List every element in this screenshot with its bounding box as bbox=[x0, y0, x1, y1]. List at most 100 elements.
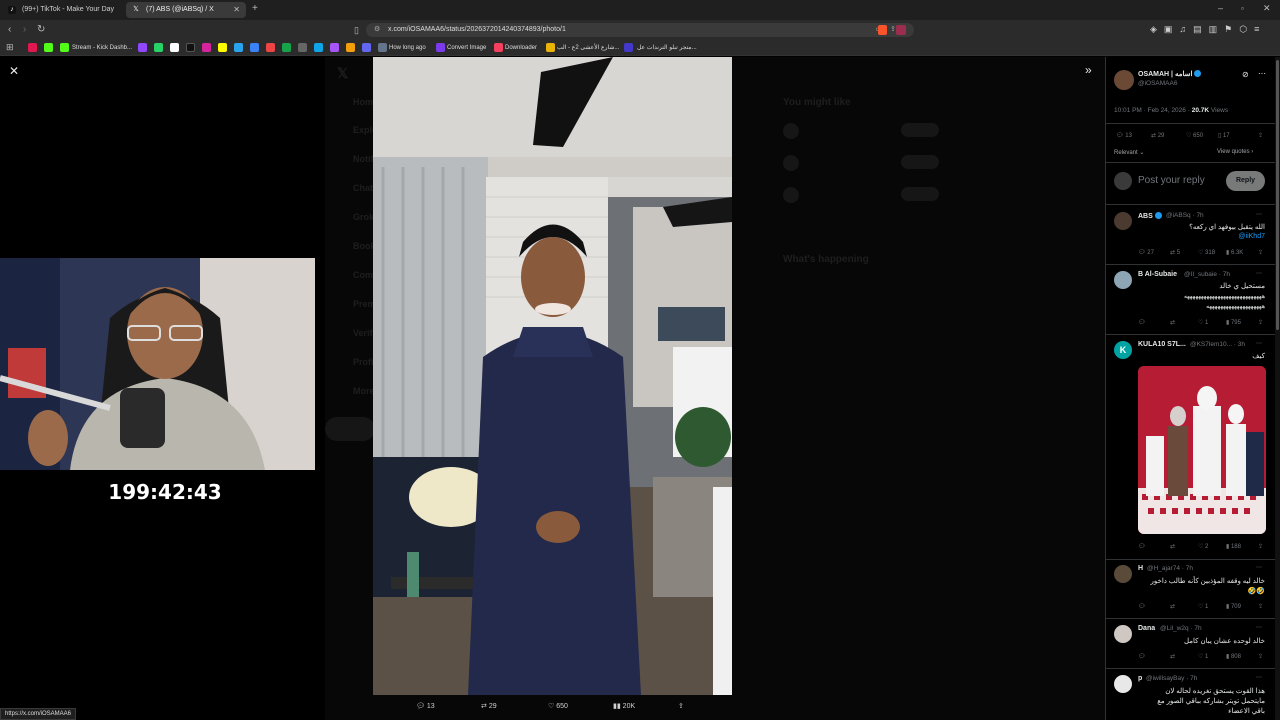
brave-shield-icon[interactable] bbox=[878, 25, 887, 35]
instagram-icon[interactable] bbox=[202, 43, 211, 52]
reply-replies[interactable]: 💬︎ bbox=[1138, 543, 1146, 550]
extension-icons[interactable]: ◈▣♫▤▥⚑⬡≡ bbox=[1150, 24, 1266, 35]
close-window-icon[interactable]: ✕ bbox=[1263, 3, 1271, 14]
share-icon[interactable]: ⇪ bbox=[1258, 543, 1263, 550]
post-like-button[interactable]: ♡ 650 bbox=[1186, 132, 1203, 139]
address-bar[interactable]: ⚙ x.com/iOSAMAA6/status/2026372014240374… bbox=[366, 23, 914, 37]
reply-reposts[interactable]: ⇄ bbox=[1170, 319, 1175, 326]
avatar[interactable] bbox=[1114, 70, 1134, 90]
apps-grid-icon[interactable]: ⊞ bbox=[6, 42, 14, 53]
author-handle[interactable]: @iOSAMAA6 bbox=[1138, 80, 1177, 87]
snapchat-icon[interactable] bbox=[218, 43, 227, 52]
reply-button[interactable]: 💬︎ 13 bbox=[416, 701, 435, 713]
reply-likes[interactable]: ♡ 1 bbox=[1198, 319, 1208, 326]
like-button[interactable]: ♡ 650 bbox=[548, 701, 568, 713]
reply-replies[interactable]: 💬︎ bbox=[1138, 653, 1146, 660]
reload-icon[interactable]: ↻ bbox=[37, 20, 45, 40]
reply-replies[interactable]: 💬︎ bbox=[1138, 603, 1146, 610]
map-icon[interactable] bbox=[546, 43, 555, 52]
avatar[interactable] bbox=[1114, 675, 1132, 693]
reply-reposts[interactable]: ⇄ bbox=[1170, 543, 1175, 550]
more-icon[interactable]: ⋯ bbox=[1256, 564, 1262, 571]
bookmark-icon[interactable] bbox=[250, 43, 259, 52]
bookmark-kick-dashboard[interactable]: Stream - Kick Dashb... bbox=[72, 42, 132, 54]
bookmark-icon[interactable] bbox=[298, 43, 307, 52]
share-icon[interactable]: ⇪ bbox=[1258, 603, 1263, 610]
tab-x[interactable]: 𝕏 (7) ABS (@iABSq) / X ✕ bbox=[126, 2, 246, 18]
twitch-icon[interactable] bbox=[138, 43, 147, 52]
bookmark-icon[interactable] bbox=[346, 43, 355, 52]
reply-likes[interactable]: ♡ 1 bbox=[1198, 653, 1208, 660]
reply-author[interactable]: KULA10 S7L... bbox=[1138, 341, 1186, 348]
reply-views[interactable]: ▮ 188 bbox=[1226, 543, 1241, 550]
post-bookmark-button[interactable]: ▯ 17 bbox=[1218, 132, 1230, 139]
reply-button[interactable]: Reply bbox=[1226, 171, 1265, 191]
post-photo[interactable] bbox=[373, 57, 732, 695]
reply-author[interactable]: Dana bbox=[1138, 625, 1155, 632]
more-icon[interactable]: ⋯ bbox=[1258, 69, 1266, 78]
reply-author[interactable]: p bbox=[1138, 675, 1142, 682]
more-icon[interactable]: ⋯ bbox=[1256, 624, 1262, 631]
bookmark-icon[interactable] bbox=[362, 43, 371, 52]
bookmark-downloader[interactable]: Downloader bbox=[505, 42, 537, 54]
share-icon[interactable]: ⇪ bbox=[1258, 653, 1263, 660]
reply-likes[interactable]: ♡ 2 bbox=[1198, 543, 1208, 550]
bookmark-icon[interactable] bbox=[28, 43, 37, 52]
download-icon[interactable] bbox=[494, 43, 503, 52]
x-icon[interactable] bbox=[170, 43, 179, 52]
convert-icon[interactable] bbox=[436, 43, 445, 52]
more-icon[interactable]: ⋯ bbox=[1256, 270, 1262, 277]
sort-dropdown[interactable]: Relevant ⌄ bbox=[1114, 149, 1144, 156]
site-info-icon[interactable]: ⚙ bbox=[374, 23, 380, 37]
bookmark-how-long-ago[interactable]: How long ago bbox=[389, 42, 426, 54]
new-tab-button[interactable]: + bbox=[252, 3, 258, 14]
bookmark-icon[interactable] bbox=[266, 43, 275, 52]
kick-icon[interactable] bbox=[60, 43, 69, 52]
whatsapp-icon[interactable] bbox=[154, 43, 163, 52]
store-icon[interactable] bbox=[624, 43, 633, 52]
bookmark-icon[interactable] bbox=[282, 43, 291, 52]
bookmark-street[interactable]: شارع الأعشى 2ع - الب... bbox=[557, 42, 619, 54]
share-icon[interactable]: ⇪ bbox=[1258, 319, 1263, 326]
grok-icon[interactable]: ⊘ bbox=[1242, 70, 1249, 79]
scrollbar-thumb[interactable] bbox=[1276, 60, 1279, 330]
reply-views[interactable]: ▮ 709 bbox=[1226, 603, 1241, 610]
post-repost-button[interactable]: ⇄ 29 bbox=[1151, 132, 1164, 139]
view-quotes-link[interactable]: View quotes › bbox=[1217, 149, 1253, 155]
avatar[interactable] bbox=[1114, 212, 1132, 230]
reply-input[interactable]: Post your reply bbox=[1138, 175, 1205, 186]
more-icon[interactable]: ⋯ bbox=[1256, 340, 1262, 347]
bookmark-convert-image[interactable]: Convert Image bbox=[447, 42, 486, 54]
share-icon[interactable]: ⇪ bbox=[678, 701, 684, 713]
bookmark-page-icon[interactable]: ▯ bbox=[354, 20, 359, 40]
back-icon[interactable]: ‹ bbox=[8, 20, 11, 40]
reply-likes[interactable]: ♡ 318 bbox=[1198, 249, 1215, 256]
more-icon[interactable]: ⋯ bbox=[1256, 674, 1262, 681]
avatar[interactable] bbox=[1114, 271, 1132, 289]
post-reply-button[interactable]: 💬︎ 13 bbox=[1116, 132, 1132, 139]
close-tab-icon[interactable]: ✕ bbox=[233, 2, 240, 18]
reply-likes[interactable]: ♡ 1 bbox=[1198, 603, 1208, 610]
avatar[interactable] bbox=[1114, 625, 1132, 643]
minimize-icon[interactable]: – bbox=[1218, 3, 1223, 13]
bookmark-icon[interactable] bbox=[314, 43, 323, 52]
reply-author[interactable]: H bbox=[1138, 565, 1143, 572]
kick-icon[interactable] bbox=[44, 43, 53, 52]
clock-icon[interactable] bbox=[378, 43, 387, 52]
brave-rewards-icon[interactable] bbox=[896, 25, 906, 35]
avatar[interactable]: K bbox=[1114, 341, 1132, 359]
avatar[interactable] bbox=[1114, 565, 1132, 583]
repost-button[interactable]: ⇄ 29 bbox=[481, 701, 497, 713]
bookmark-icon[interactable] bbox=[330, 43, 339, 52]
maximize-icon[interactable]: ▫ bbox=[1241, 4, 1244, 13]
reply-views[interactable]: ▮ 6.3K bbox=[1226, 249, 1243, 256]
reply-reposts[interactable]: ⇄ bbox=[1170, 603, 1175, 610]
tiktok-icon[interactable] bbox=[186, 43, 195, 52]
forward-icon[interactable]: › bbox=[23, 20, 26, 40]
reply-image[interactable] bbox=[1138, 366, 1266, 534]
reply-author[interactable]: B Al-Subaie bbox=[1138, 271, 1177, 278]
reply-reposts[interactable]: ⇄ 5 bbox=[1170, 249, 1180, 256]
reply-replies[interactable]: 💬︎ 27 bbox=[1138, 249, 1154, 256]
close-viewer-icon[interactable]: ✕ bbox=[9, 64, 19, 78]
reply-mention-link[interactable]: @iiKhd7 bbox=[1238, 233, 1265, 240]
